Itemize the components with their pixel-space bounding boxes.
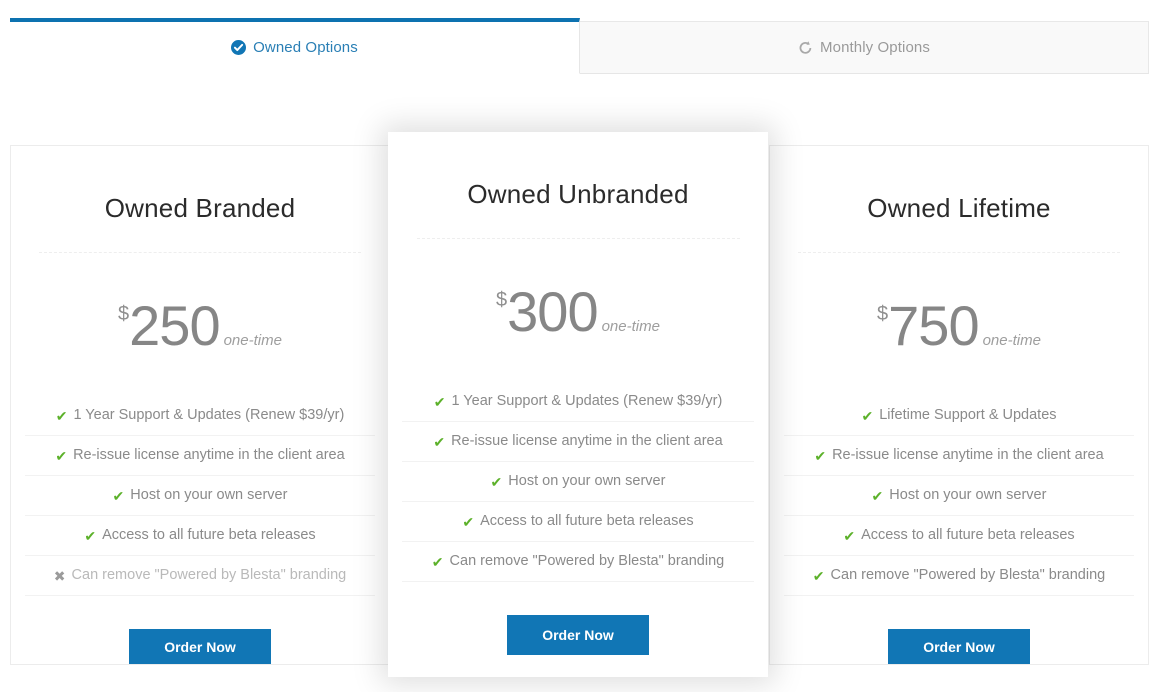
tab-monthly-options-label: Monthly Options [820, 40, 930, 55]
price-currency: $ [877, 304, 888, 324]
feature-item: ✔ Access to all future beta releases [784, 516, 1134, 556]
check-icon: ✔ [813, 569, 825, 583]
check-icon: ✔ [872, 489, 884, 503]
feature-label: Access to all future beta releases [102, 528, 316, 543]
plan-price: $ 250 one-time [118, 298, 282, 354]
check-icon: ✔ [843, 529, 855, 543]
plan-price: $ 750 one-time [877, 298, 1041, 354]
check-icon: ✔ [462, 515, 474, 529]
tab-owned-options[interactable]: Owned Options [10, 18, 580, 74]
order-now-button[interactable]: Order Now [888, 629, 1030, 664]
cross-icon: ✖ [54, 569, 66, 583]
refresh-icon [798, 40, 813, 56]
feature-label: Host on your own server [889, 488, 1046, 503]
feature-list: ✔ 1 Year Support & Updates (Renew $39/yr… [388, 382, 768, 582]
order-now-button[interactable]: Order Now [507, 615, 649, 655]
plan-title: Owned Unbranded [467, 179, 688, 210]
check-icon: ✔ [56, 409, 68, 423]
feature-item: ✔ Re-issue license anytime in the client… [784, 436, 1134, 476]
price-amount: 250 [129, 298, 219, 354]
title-divider [798, 252, 1119, 253]
check-circle-icon [231, 40, 246, 55]
feature-item: ✔ Lifetime Support & Updates [784, 396, 1134, 436]
tab-monthly-options[interactable]: Monthly Options [580, 21, 1149, 74]
feature-label: Host on your own server [508, 474, 665, 489]
feature-item: ✔ Can remove "Powered by Blesta" brandin… [402, 542, 754, 582]
price-term: one-time [224, 333, 282, 348]
feature-item-excluded: ✖ Can remove "Powered by Blesta" brandin… [25, 556, 375, 596]
feature-item: ✔ Host on your own server [25, 476, 375, 516]
title-divider [417, 238, 740, 239]
feature-label: Access to all future beta releases [480, 514, 694, 529]
feature-item: ✔ 1 Year Support & Updates (Renew $39/yr… [25, 396, 375, 436]
feature-item: ✔ Access to all future beta releases [402, 502, 754, 542]
pricing-cards: Owned Branded $ 250 one-time ✔ 1 Year Su… [10, 132, 1149, 677]
check-icon: ✔ [432, 555, 444, 569]
tab-owned-options-label: Owned Options [253, 40, 358, 55]
pricing-card-owned-unbranded: Owned Unbranded $ 300 one-time ✔ 1 Year … [388, 132, 768, 677]
pricing-card-owned-lifetime: Owned Lifetime $ 750 one-time ✔ Lifetime… [769, 145, 1149, 665]
feature-label: Can remove "Powered by Blesta" branding [831, 568, 1106, 583]
price-currency: $ [496, 290, 507, 310]
check-icon: ✔ [491, 475, 503, 489]
check-icon: ✔ [55, 449, 67, 463]
feature-item: ✔ Re-issue license anytime in the client… [402, 422, 754, 462]
feature-label: Re-issue license anytime in the client a… [832, 448, 1104, 463]
feature-list: ✔ Lifetime Support & Updates ✔ Re-issue … [770, 396, 1148, 596]
title-divider [39, 252, 360, 253]
check-icon: ✔ [434, 395, 446, 409]
feature-item: ✔ 1 Year Support & Updates (Renew $39/yr… [402, 382, 754, 422]
feature-label: Lifetime Support & Updates [879, 408, 1056, 423]
pricing-card-owned-branded: Owned Branded $ 250 one-time ✔ 1 Year Su… [10, 145, 390, 665]
plan-price: $ 300 one-time [496, 284, 660, 340]
feature-item: ✔ Can remove "Powered by Blesta" brandin… [784, 556, 1134, 596]
feature-label: Access to all future beta releases [861, 528, 1075, 543]
plan-title: Owned Lifetime [867, 193, 1050, 224]
feature-label: Can remove "Powered by Blesta" branding [72, 568, 347, 583]
price-term: one-time [983, 333, 1041, 348]
price-currency: $ [118, 304, 129, 324]
feature-label: Can remove "Powered by Blesta" branding [450, 554, 725, 569]
feature-item: ✔ Re-issue license anytime in the client… [25, 436, 375, 476]
order-now-button[interactable]: Order Now [129, 629, 271, 664]
options-tablist: Owned Options Monthly Options [10, 18, 1149, 74]
feature-item: ✔ Host on your own server [402, 462, 754, 502]
check-icon: ✔ [113, 489, 125, 503]
check-icon: ✔ [433, 435, 445, 449]
price-term: one-time [602, 319, 660, 334]
price-amount: 750 [888, 298, 978, 354]
feature-label: 1 Year Support & Updates (Renew $39/yr) [73, 408, 344, 423]
check-icon: ✔ [861, 409, 873, 423]
check-icon: ✔ [814, 449, 826, 463]
feature-label: Re-issue license anytime in the client a… [73, 448, 345, 463]
plan-title: Owned Branded [105, 193, 296, 224]
feature-label: 1 Year Support & Updates (Renew $39/yr) [451, 394, 722, 409]
pricing-page: Owned Options Monthly Options Owned Bran… [0, 0, 1161, 692]
feature-item: ✔ Host on your own server [784, 476, 1134, 516]
feature-list: ✔ 1 Year Support & Updates (Renew $39/yr… [11, 396, 389, 596]
feature-label: Host on your own server [130, 488, 287, 503]
check-icon: ✔ [84, 529, 96, 543]
feature-label: Re-issue license anytime in the client a… [451, 434, 723, 449]
feature-item: ✔ Access to all future beta releases [25, 516, 375, 556]
price-amount: 300 [507, 284, 597, 340]
